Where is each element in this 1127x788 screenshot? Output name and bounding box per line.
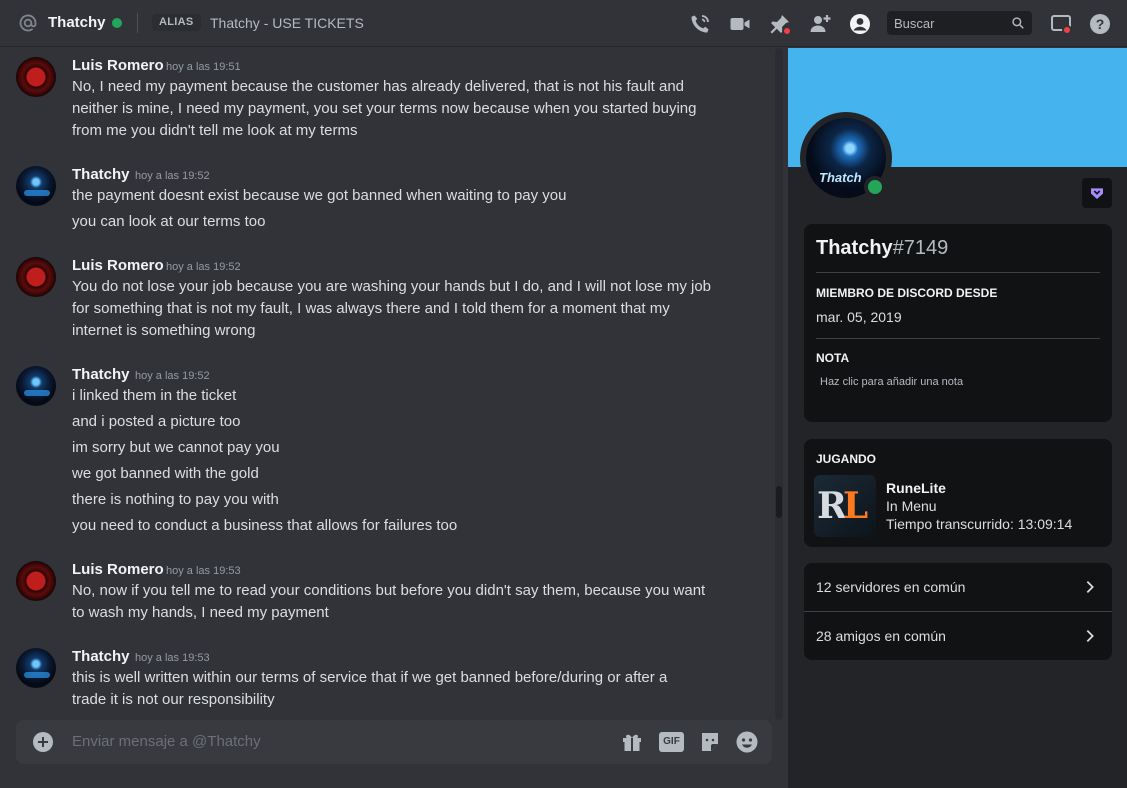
game-name: RuneLite — [886, 480, 946, 496]
avatar[interactable] — [16, 366, 56, 406]
message-timestamp: hoy a las 19:52 — [135, 370, 210, 382]
emoji-icon[interactable] — [735, 730, 759, 754]
online-status-icon — [868, 180, 882, 194]
game-logo: RL — [817, 485, 868, 527]
message-timestamp: hoy a las 19:52 — [166, 261, 241, 273]
message-text: this is well written within our terms of… — [72, 669, 668, 686]
search-icon — [1012, 17, 1024, 29]
note-input[interactable]: Haz clic para añadir una nota — [820, 376, 963, 388]
divider — [816, 272, 1100, 273]
activity-heading: JUGANDO — [816, 452, 877, 466]
mutuals-card: 12 servidores en común 28 amigos en comú… — [804, 563, 1112, 660]
nitro-icon — [1091, 188, 1103, 199]
message-text: i linked them in the ticket — [72, 387, 237, 404]
message-text: No, now if you tell me to read your cond… — [72, 582, 706, 599]
message-text: You do not lose your job because you are… — [72, 278, 712, 295]
avatar[interactable] — [16, 648, 56, 688]
video-icon[interactable] — [728, 12, 752, 36]
inbox-icon[interactable] — [1049, 12, 1073, 36]
scrollbar-track[interactable] — [775, 48, 783, 720]
profile-username[interactable]: Thatchy#7149 — [816, 237, 948, 260]
scrollbar-thumb[interactable] — [776, 486, 782, 518]
message-timestamp: hoy a las 19:53 — [166, 565, 241, 577]
message-text: internet is something wrong — [72, 322, 256, 339]
message-text: trade it is not our responsibility — [72, 691, 275, 708]
message-text: the payment doesnt exist because we got … — [72, 187, 567, 204]
message-timestamp: hoy a las 19:51 — [166, 61, 241, 73]
member-since-heading: MIEMBRO DE DISCORD DESDE — [816, 286, 998, 300]
alias-badge: ALIAS — [152, 14, 201, 31]
channel-title[interactable]: Thatchy — [48, 14, 106, 31]
divider — [816, 338, 1100, 339]
online-status-indicator — [112, 18, 122, 28]
message-text: from me you didn't tell me look at my te… — [72, 122, 358, 139]
mutual-servers-row[interactable]: 12 servidores en común — [804, 563, 1112, 611]
channel-header: Thatchy ALIAS Thatchy - USE TICKETS Busc… — [0, 0, 1127, 47]
call-icon[interactable] — [688, 12, 712, 36]
mutual-friends-row[interactable]: 28 amigos en común — [804, 612, 1112, 660]
note-heading: NOTA — [816, 351, 850, 365]
message-text: No, I need my payment because the custom… — [72, 78, 685, 95]
message-text: and i posted a picture too — [72, 413, 241, 430]
mutual-friends-label: 28 amigos en común — [816, 628, 946, 644]
message-list: Luis Romero hoy a las 19:51 No, I need m… — [0, 48, 788, 720]
gift-icon[interactable] — [620, 730, 644, 754]
user-profile-panel: Thatch Thatchy#7149 MIEMBRO DE DISCORD D… — [788, 48, 1127, 788]
message-text: to wash my hands, I need my payment — [72, 604, 329, 621]
message-author[interactable]: Thatchy — [72, 648, 130, 665]
avatar[interactable] — [16, 57, 56, 97]
message-author[interactable]: Luis Romero — [72, 57, 164, 74]
help-icon[interactable]: ? — [1088, 12, 1112, 36]
game-logo-l: L — [842, 485, 868, 527]
at-icon — [19, 14, 37, 32]
message-composer[interactable]: Enviar mensaje a @Thatchy GIF — [16, 720, 772, 764]
alias-text: Thatchy - USE TICKETS — [210, 15, 364, 31]
member-since-date: mar. 05, 2019 — [816, 309, 902, 325]
avatar[interactable] — [16, 257, 56, 297]
message-author[interactable]: Luis Romero — [72, 257, 164, 274]
discriminator: #7149 — [892, 237, 949, 259]
game-icon: RL — [814, 475, 876, 537]
chevron-right-icon — [1086, 581, 1094, 593]
message-text: we got banned with the gold — [72, 465, 259, 482]
activity-card: JUGANDO RL RuneLite In Menu Tiempo trans… — [804, 439, 1112, 547]
profile-toggle-icon[interactable] — [848, 12, 872, 36]
sticker-icon[interactable] — [698, 730, 722, 754]
avatar[interactable] — [16, 166, 56, 206]
message-author[interactable]: Thatchy — [72, 166, 130, 183]
pin-icon[interactable] — [768, 12, 792, 36]
message-input-placeholder[interactable]: Enviar mensaje a @Thatchy — [72, 733, 261, 750]
svg-text:?: ? — [1096, 16, 1105, 32]
game-elapsed-time: Tiempo transcurrido: 13:09:14 — [886, 516, 1073, 532]
message-author[interactable]: Thatchy — [72, 366, 130, 383]
header-divider — [137, 13, 138, 33]
gif-button[interactable]: GIF — [659, 732, 684, 752]
chevron-right-icon — [1086, 630, 1094, 642]
search-input[interactable]: Buscar — [887, 11, 1032, 35]
message-text: you need to conduct a business that allo… — [72, 517, 458, 534]
message-timestamp: hoy a las 19:52 — [135, 170, 210, 182]
game-state: In Menu — [886, 498, 937, 514]
profile-info-card: Thatchy#7149 MIEMBRO DE DISCORD DESDE ma… — [804, 224, 1112, 422]
avatar[interactable] — [16, 561, 56, 601]
message-author[interactable]: Luis Romero — [72, 561, 164, 578]
message-text: you can look at our terms too — [72, 213, 266, 230]
message-text: for something that is not my fault, I wa… — [72, 300, 670, 317]
game-logo-r: R — [817, 485, 847, 527]
attach-plus-icon[interactable] — [33, 732, 53, 752]
message-timestamp: hoy a las 19:53 — [135, 652, 210, 664]
message-text: im sorry but we cannot pay you — [72, 439, 280, 456]
profile-avatar-text: Thatch — [819, 170, 862, 185]
nitro-badge[interactable] — [1082, 178, 1112, 208]
search-placeholder: Buscar — [894, 16, 935, 31]
message-text: neither is mine, I need my payment, you … — [72, 100, 697, 117]
mutual-servers-label: 12 servidores en común — [816, 579, 966, 595]
message-text: there is nothing to pay you with — [72, 491, 279, 508]
username-text: Thatchy — [816, 237, 893, 259]
add-friend-icon[interactable] — [808, 12, 832, 36]
